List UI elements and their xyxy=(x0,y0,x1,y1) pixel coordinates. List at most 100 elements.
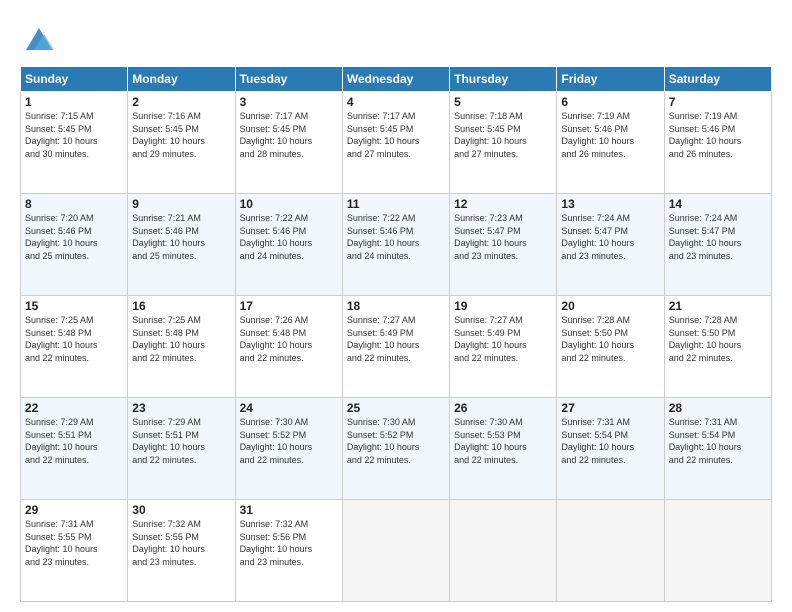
day-info: Sunrise: 7:26 AM Sunset: 5:48 PM Dayligh… xyxy=(240,314,338,364)
day-info: Sunrise: 7:24 AM Sunset: 5:47 PM Dayligh… xyxy=(561,212,659,262)
calendar-cell: 17Sunrise: 7:26 AM Sunset: 5:48 PM Dayli… xyxy=(235,296,342,398)
day-info: Sunrise: 7:31 AM Sunset: 5:54 PM Dayligh… xyxy=(561,416,659,466)
column-header-friday: Friday xyxy=(557,67,664,92)
day-info: Sunrise: 7:19 AM Sunset: 5:46 PM Dayligh… xyxy=(669,110,767,160)
calendar-cell: 19Sunrise: 7:27 AM Sunset: 5:49 PM Dayli… xyxy=(450,296,557,398)
column-header-thursday: Thursday xyxy=(450,67,557,92)
logo xyxy=(20,20,64,58)
calendar-table: SundayMondayTuesdayWednesdayThursdayFrid… xyxy=(20,66,772,602)
calendar-cell: 21Sunrise: 7:28 AM Sunset: 5:50 PM Dayli… xyxy=(664,296,771,398)
day-info: Sunrise: 7:22 AM Sunset: 5:46 PM Dayligh… xyxy=(240,212,338,262)
calendar-cell: 5Sunrise: 7:18 AM Sunset: 5:45 PM Daylig… xyxy=(450,92,557,194)
calendar-cell: 30Sunrise: 7:32 AM Sunset: 5:55 PM Dayli… xyxy=(128,500,235,602)
day-info: Sunrise: 7:27 AM Sunset: 5:49 PM Dayligh… xyxy=(347,314,445,364)
day-info: Sunrise: 7:28 AM Sunset: 5:50 PM Dayligh… xyxy=(669,314,767,364)
day-info: Sunrise: 7:30 AM Sunset: 5:52 PM Dayligh… xyxy=(347,416,445,466)
calendar-week-3: 15Sunrise: 7:25 AM Sunset: 5:48 PM Dayli… xyxy=(21,296,772,398)
day-info: Sunrise: 7:31 AM Sunset: 5:54 PM Dayligh… xyxy=(669,416,767,466)
day-info: Sunrise: 7:19 AM Sunset: 5:46 PM Dayligh… xyxy=(561,110,659,160)
calendar-cell xyxy=(557,500,664,602)
calendar-cell: 11Sunrise: 7:22 AM Sunset: 5:46 PM Dayli… xyxy=(342,194,449,296)
day-number: 21 xyxy=(669,299,767,313)
calendar-cell: 1Sunrise: 7:15 AM Sunset: 5:45 PM Daylig… xyxy=(21,92,128,194)
logo-icon xyxy=(20,20,58,58)
day-number: 11 xyxy=(347,197,445,211)
calendar-cell: 20Sunrise: 7:28 AM Sunset: 5:50 PM Dayli… xyxy=(557,296,664,398)
day-info: Sunrise: 7:23 AM Sunset: 5:47 PM Dayligh… xyxy=(454,212,552,262)
day-info: Sunrise: 7:28 AM Sunset: 5:50 PM Dayligh… xyxy=(561,314,659,364)
calendar-cell: 27Sunrise: 7:31 AM Sunset: 5:54 PM Dayli… xyxy=(557,398,664,500)
calendar-cell: 12Sunrise: 7:23 AM Sunset: 5:47 PM Dayli… xyxy=(450,194,557,296)
calendar-cell: 31Sunrise: 7:32 AM Sunset: 5:56 PM Dayli… xyxy=(235,500,342,602)
day-number: 28 xyxy=(669,401,767,415)
day-number: 29 xyxy=(25,503,123,517)
day-number: 22 xyxy=(25,401,123,415)
column-header-sunday: Sunday xyxy=(21,67,128,92)
day-number: 27 xyxy=(561,401,659,415)
calendar-cell: 9Sunrise: 7:21 AM Sunset: 5:46 PM Daylig… xyxy=(128,194,235,296)
day-info: Sunrise: 7:30 AM Sunset: 5:52 PM Dayligh… xyxy=(240,416,338,466)
calendar-cell xyxy=(450,500,557,602)
calendar-cell: 24Sunrise: 7:30 AM Sunset: 5:52 PM Dayli… xyxy=(235,398,342,500)
day-number: 12 xyxy=(454,197,552,211)
day-info: Sunrise: 7:20 AM Sunset: 5:46 PM Dayligh… xyxy=(25,212,123,262)
day-number: 18 xyxy=(347,299,445,313)
day-info: Sunrise: 7:17 AM Sunset: 5:45 PM Dayligh… xyxy=(240,110,338,160)
day-number: 4 xyxy=(347,95,445,109)
day-number: 30 xyxy=(132,503,230,517)
day-number: 6 xyxy=(561,95,659,109)
day-number: 20 xyxy=(561,299,659,313)
day-number: 15 xyxy=(25,299,123,313)
calendar-cell: 22Sunrise: 7:29 AM Sunset: 5:51 PM Dayli… xyxy=(21,398,128,500)
header-row: SundayMondayTuesdayWednesdayThursdayFrid… xyxy=(21,67,772,92)
day-number: 25 xyxy=(347,401,445,415)
day-info: Sunrise: 7:15 AM Sunset: 5:45 PM Dayligh… xyxy=(25,110,123,160)
calendar-cell: 29Sunrise: 7:31 AM Sunset: 5:55 PM Dayli… xyxy=(21,500,128,602)
day-info: Sunrise: 7:16 AM Sunset: 5:45 PM Dayligh… xyxy=(132,110,230,160)
day-number: 31 xyxy=(240,503,338,517)
calendar-cell: 15Sunrise: 7:25 AM Sunset: 5:48 PM Dayli… xyxy=(21,296,128,398)
calendar-week-4: 22Sunrise: 7:29 AM Sunset: 5:51 PM Dayli… xyxy=(21,398,772,500)
day-info: Sunrise: 7:29 AM Sunset: 5:51 PM Dayligh… xyxy=(132,416,230,466)
day-number: 13 xyxy=(561,197,659,211)
day-info: Sunrise: 7:32 AM Sunset: 5:55 PM Dayligh… xyxy=(132,518,230,568)
day-info: Sunrise: 7:18 AM Sunset: 5:45 PM Dayligh… xyxy=(454,110,552,160)
calendar-cell xyxy=(664,500,771,602)
column-header-wednesday: Wednesday xyxy=(342,67,449,92)
day-number: 7 xyxy=(669,95,767,109)
calendar-cell: 10Sunrise: 7:22 AM Sunset: 5:46 PM Dayli… xyxy=(235,194,342,296)
day-info: Sunrise: 7:31 AM Sunset: 5:55 PM Dayligh… xyxy=(25,518,123,568)
day-number: 3 xyxy=(240,95,338,109)
day-info: Sunrise: 7:17 AM Sunset: 5:45 PM Dayligh… xyxy=(347,110,445,160)
calendar-cell: 6Sunrise: 7:19 AM Sunset: 5:46 PM Daylig… xyxy=(557,92,664,194)
day-number: 1 xyxy=(25,95,123,109)
day-number: 26 xyxy=(454,401,552,415)
calendar-cell: 3Sunrise: 7:17 AM Sunset: 5:45 PM Daylig… xyxy=(235,92,342,194)
day-number: 16 xyxy=(132,299,230,313)
calendar-week-5: 29Sunrise: 7:31 AM Sunset: 5:55 PM Dayli… xyxy=(21,500,772,602)
day-number: 8 xyxy=(25,197,123,211)
calendar-cell: 4Sunrise: 7:17 AM Sunset: 5:45 PM Daylig… xyxy=(342,92,449,194)
column-header-monday: Monday xyxy=(128,67,235,92)
page: SundayMondayTuesdayWednesdayThursdayFrid… xyxy=(0,0,792,612)
day-number: 23 xyxy=(132,401,230,415)
day-number: 10 xyxy=(240,197,338,211)
day-number: 2 xyxy=(132,95,230,109)
calendar-cell: 23Sunrise: 7:29 AM Sunset: 5:51 PM Dayli… xyxy=(128,398,235,500)
day-number: 19 xyxy=(454,299,552,313)
day-number: 5 xyxy=(454,95,552,109)
day-info: Sunrise: 7:32 AM Sunset: 5:56 PM Dayligh… xyxy=(240,518,338,568)
day-info: Sunrise: 7:21 AM Sunset: 5:46 PM Dayligh… xyxy=(132,212,230,262)
calendar-cell: 28Sunrise: 7:31 AM Sunset: 5:54 PM Dayli… xyxy=(664,398,771,500)
calendar-cell: 18Sunrise: 7:27 AM Sunset: 5:49 PM Dayli… xyxy=(342,296,449,398)
column-header-saturday: Saturday xyxy=(664,67,771,92)
header xyxy=(20,16,772,58)
day-info: Sunrise: 7:30 AM Sunset: 5:53 PM Dayligh… xyxy=(454,416,552,466)
calendar-week-2: 8Sunrise: 7:20 AM Sunset: 5:46 PM Daylig… xyxy=(21,194,772,296)
day-info: Sunrise: 7:25 AM Sunset: 5:48 PM Dayligh… xyxy=(25,314,123,364)
calendar-cell xyxy=(342,500,449,602)
calendar-cell: 16Sunrise: 7:25 AM Sunset: 5:48 PM Dayli… xyxy=(128,296,235,398)
day-number: 14 xyxy=(669,197,767,211)
day-info: Sunrise: 7:29 AM Sunset: 5:51 PM Dayligh… xyxy=(25,416,123,466)
calendar-cell: 26Sunrise: 7:30 AM Sunset: 5:53 PM Dayli… xyxy=(450,398,557,500)
